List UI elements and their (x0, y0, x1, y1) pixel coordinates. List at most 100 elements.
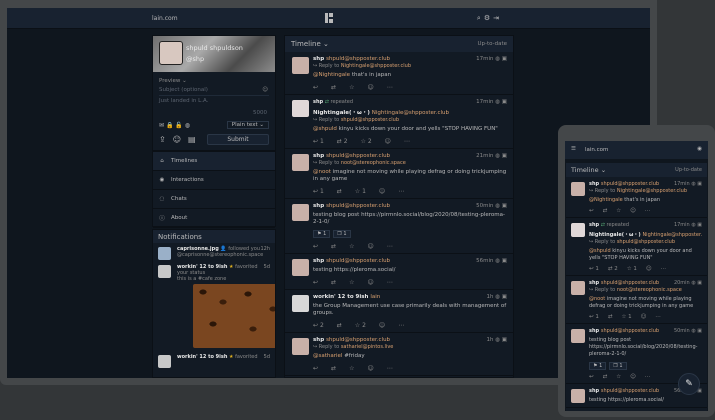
retweet-icon[interactable]: ⇄ (603, 208, 608, 214)
star-icon[interactable]: ☆ 1 (627, 266, 637, 272)
more-icon[interactable]: ⋯ (398, 322, 404, 329)
status-time[interactable]: 50min ◍ ▣ (476, 203, 507, 209)
avatar[interactable] (292, 338, 309, 355)
more-icon[interactable]: ⋯ (387, 365, 393, 372)
retweet-icon[interactable]: ⇄ 2 (608, 266, 618, 272)
avatar[interactable] (571, 281, 585, 295)
gear-icon[interactable]: ⚙ (484, 14, 493, 22)
status-time[interactable]: 21min ◍ ▣ (476, 153, 507, 159)
more-icon[interactable]: ⋯ (655, 314, 661, 320)
status-author[interactable]: Nightingale(・ω・) Nightingale@shpposter.c… (589, 231, 702, 238)
retweet-icon[interactable]: ⇄ (337, 188, 342, 195)
timeline-title[interactable]: Timeline ⌄ Up-to-date (566, 163, 707, 177)
reply-icon[interactable]: ↩ 1 (589, 266, 599, 272)
preview-toggle[interactable]: Preview ⌄ (159, 78, 269, 84)
menu-item-about[interactable]: ⓘ About (153, 209, 275, 228)
emoji-react-icon[interactable]: ☺ (630, 374, 636, 380)
lock-icon[interactable]: 🔒 (166, 122, 173, 129)
retweet-icon[interactable]: ⇄ (337, 322, 342, 329)
status-time[interactable]: 17min ◍ ▣ (674, 181, 702, 187)
star-icon[interactable]: ☆ (349, 84, 354, 91)
status[interactable]: 17min ◍ ▣ shp shpuld@shpposter.club ↪ Repl… (566, 177, 707, 218)
new-post-button[interactable]: ✎ (678, 373, 700, 395)
reaction-button[interactable]: ❒ 1 (333, 230, 351, 238)
reply-icon[interactable]: ↩ 1 (313, 138, 324, 145)
unlock-icon[interactable]: 🔓 (175, 122, 182, 129)
reply-to[interactable]: ↪ Reply to noot@stereophonic.space (313, 160, 507, 166)
emoji-react-icon[interactable]: ☺ (379, 188, 385, 195)
reply-icon[interactable]: ↩ (589, 374, 594, 380)
submit-button[interactable]: Submit (207, 134, 269, 145)
reply-icon[interactable]: ↩ 1 (313, 188, 324, 195)
star-icon[interactable]: ☆ (616, 208, 621, 214)
subject-input[interactable]: Subject (optional) ☺ (159, 87, 269, 96)
reply-icon[interactable]: ↩ (589, 208, 594, 214)
more-icon[interactable]: ⋯ (387, 243, 393, 250)
coffee-image[interactable] (193, 284, 275, 348)
emoji-react-icon[interactable]: ☺ (641, 314, 647, 320)
avatar[interactable] (158, 355, 171, 368)
logout-icon[interactable]: ⇥ (493, 14, 502, 22)
retweet-icon[interactable]: ⇄ (603, 374, 608, 380)
star-icon[interactable]: ☆ 1 (621, 314, 631, 320)
reaction-button[interactable]: ❒ 1 (609, 362, 627, 370)
bell-icon[interactable]: ◉ (697, 146, 702, 152)
emoji-react-icon[interactable]: ☺ (379, 322, 385, 329)
poll-icon[interactable]: ▤ (188, 135, 196, 144)
menu-icon[interactable]: ☰ (571, 146, 576, 152)
status-time[interactable]: 17min ◍ ▣ (674, 222, 702, 228)
status[interactable]: 50min ◍ ▣ shp shpuld@shpposter.club testin… (285, 199, 513, 254)
avatar[interactable] (292, 154, 309, 171)
emoji-react-icon[interactable]: ☺ (646, 266, 652, 272)
status-author[interactable]: workin' 12 to 9ish lain (313, 294, 507, 300)
status-time[interactable]: 50min ◍ ▣ (674, 328, 702, 334)
emoji-react-icon[interactable]: ☺ (367, 84, 373, 91)
status[interactable]: shp ⇄ repeated 17min ◍ ▣ Nightingale(・ω・) … (566, 218, 707, 276)
reply-icon[interactable]: ↩ (313, 84, 318, 91)
reply-icon[interactable]: ↩ 2 (313, 322, 324, 329)
menu-item-chats[interactable]: ◌ Chats (153, 190, 275, 209)
status-time[interactable]: 20min ◍ ▣ (674, 280, 702, 286)
reply-to[interactable]: ↪ Reply to shpuld@shpposter.club (313, 117, 507, 123)
more-icon[interactable]: ⋯ (387, 279, 393, 286)
notification-item[interactable]: 12h caprisonne.jpg 👤 followed you @capri… (153, 243, 275, 261)
status-author[interactable]: shp shpuld@shpposter.club (313, 337, 507, 343)
more-icon[interactable]: ⋯ (661, 266, 667, 272)
reply-icon[interactable]: ↩ (313, 365, 318, 372)
retweet-icon[interactable]: ⇄ (331, 243, 336, 250)
status[interactable]: 1h ◍ ▣ workin' 12 to 9ish lain the Group M… (285, 290, 513, 333)
avatar[interactable] (159, 41, 183, 65)
more-icon[interactable]: ⋯ (645, 208, 651, 214)
reply-icon[interactable]: ↩ (313, 279, 318, 286)
emoji-icon[interactable]: ☺ (173, 135, 181, 144)
status-time[interactable]: 56min ◍ ▣ (476, 258, 507, 264)
emoji-react-icon[interactable]: ☺ (367, 243, 373, 250)
format-select[interactable]: Plain text ⌄ (226, 121, 269, 129)
status-time[interactable]: 17min ◍ ▣ (476, 56, 507, 62)
retweet-icon[interactable]: ⇄ 2 (337, 138, 348, 145)
emoji-react-icon[interactable]: ☺ (630, 208, 636, 214)
status[interactable]: 21min ◍ ▣ shp shpuld@shpposter.club ↪ Repl… (285, 149, 513, 199)
status-textarea[interactable]: Just landed in L.A. 5000 (159, 98, 269, 118)
retweet-icon[interactable]: ⇄ (331, 84, 336, 91)
emoji-react-icon[interactable]: ☺ (385, 138, 391, 145)
avatar[interactable] (292, 259, 309, 276)
avatar[interactable] (571, 223, 585, 237)
more-icon[interactable]: ⋯ (404, 138, 410, 145)
status-time[interactable]: 17min ◍ ▣ (476, 99, 507, 105)
menu-item-timelines[interactable]: ⌂ Timelines (153, 152, 275, 171)
smile-icon[interactable]: ☺ (262, 87, 268, 93)
reply-icon[interactable]: ↩ 1 (589, 314, 599, 320)
avatar[interactable] (292, 204, 309, 221)
globe-icon[interactable]: ◍ (185, 122, 190, 129)
status[interactable]: shp ⇄ repeated 17min ◍ ▣ Nightingale(・ω・) … (285, 95, 513, 149)
retweet-icon[interactable]: ⇄ (608, 314, 613, 320)
upload-icon[interactable]: ⇪ (159, 135, 166, 144)
menu-item-interactions[interactable]: ◉ Interactions (153, 171, 275, 190)
status-time[interactable]: 1h ◍ ▣ (487, 337, 508, 343)
reply-icon[interactable]: ↩ (313, 243, 318, 250)
reply-to[interactable]: ↪ Reply to sathariel@pintos.live (313, 344, 507, 350)
retweet-icon[interactable]: ⇄ (331, 365, 336, 372)
pleroma-logo-icon[interactable] (325, 13, 333, 23)
emoji-react-icon[interactable]: ☺ (367, 279, 373, 286)
